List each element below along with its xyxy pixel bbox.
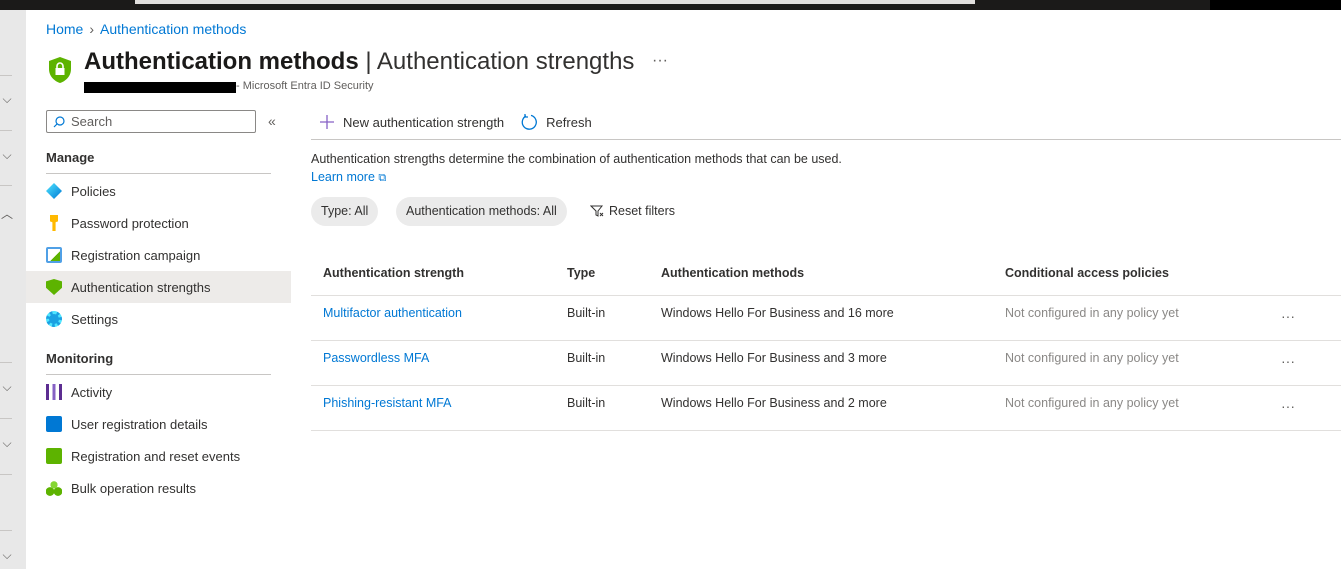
sidebar-item-settings[interactable]: Settings (26, 303, 291, 335)
plus-icon (320, 115, 334, 129)
chevron-right-icon: › (89, 21, 95, 37)
row-more-button[interactable]: ··· (1269, 295, 1341, 341)
key-icon (50, 215, 58, 231)
sidebar-item-registration-reset-events[interactable]: Registration and reset events (26, 440, 291, 472)
policies-cell: Not configured in any policy yet (993, 295, 1269, 341)
strength-name-link[interactable]: Phishing-resistant MFA (311, 385, 555, 431)
new-authentication-strength-button[interactable]: New authentication strength (311, 114, 504, 130)
description: Authentication strengths determine the c… (311, 152, 842, 166)
row-more-button[interactable]: ··· (1269, 340, 1341, 386)
section-manage: Manage (46, 150, 95, 165)
search-input[interactable]: Search (46, 110, 256, 133)
chevron-down-icon[interactable]: ⌵ (0, 436, 14, 451)
breadcrumb: Home › Authentication methods (46, 21, 252, 37)
external-link-icon: ⧉ (378, 172, 387, 184)
command-bar: New authentication strength Refresh (311, 110, 608, 134)
page-title: Authentication methods | Authentication … (84, 48, 635, 75)
methods-cell: Windows Hello For Business and 16 more (649, 295, 993, 341)
refresh-icon (521, 114, 538, 130)
type-cell: Built-in (555, 385, 649, 431)
strength-name-link[interactable]: Multifactor authentication (311, 295, 555, 341)
sidebar-item-bulk-operation-results[interactable]: Bulk operation results (26, 472, 291, 504)
table-row[interactable]: Passwordless MFA Built-in Windows Hello Fo… (311, 340, 1341, 386)
filter-reset-icon (590, 205, 604, 217)
strength-name-link[interactable]: Passwordless MFA (311, 340, 555, 386)
table-header: Authentication strength Type Authenticat… (311, 252, 1341, 296)
table-row[interactable]: Multifactor authentication Built-in Window… (311, 295, 1341, 341)
more-options-button[interactable]: ··· (652, 52, 668, 70)
policies-icon (46, 183, 62, 199)
shield-lock-icon (49, 57, 71, 83)
activity-chart-icon (46, 384, 62, 400)
device-check-icon (46, 247, 62, 263)
refresh-button[interactable]: Refresh (512, 113, 592, 131)
reset-filters-button[interactable]: Reset filters (590, 204, 675, 218)
policies-cell: Not configured in any policy yet (993, 385, 1269, 431)
policies-cell: Not configured in any policy yet (993, 340, 1269, 386)
collapse-sidebar-button[interactable]: « (268, 113, 276, 129)
sidebar-item-authentication-strengths[interactable]: Authentication strengths (26, 271, 291, 303)
filter-authentication-methods[interactable]: Authentication methods: All (396, 197, 567, 226)
column-header[interactable]: Conditional access policies (993, 252, 1269, 296)
sidebar-item-user-registration-details[interactable]: User registration details (26, 408, 291, 440)
table-row[interactable]: Phishing-resistant MFA Built-in Windows He… (311, 385, 1341, 431)
gear-icon (46, 311, 62, 327)
column-header[interactable]: Authentication methods (649, 252, 993, 296)
filter-type[interactable]: Type: All (311, 197, 379, 226)
authentication-strengths-table: Authentication strength Type Authenticat… (311, 252, 1341, 431)
learn-more-link[interactable]: Learn more ⧉ (311, 170, 386, 185)
methods-cell: Windows Hello For Business and 3 more (649, 340, 993, 386)
section-monitoring: Monitoring (46, 351, 114, 366)
breadcrumb-home[interactable]: Home (46, 21, 83, 37)
shield-icon (46, 279, 62, 295)
chevron-up-icon[interactable]: ︿ (0, 205, 14, 222)
browser-top-bar (0, 0, 1341, 10)
page-subtitle: - Microsoft Entra ID Security (236, 80, 374, 92)
chevron-down-icon[interactable]: ⌵ (0, 380, 14, 395)
left-collapsed-panel: ⌵ ⌵ ︿ ⌵ ⌵ ⌵ (0, 10, 26, 569)
sidebar-item-policies[interactable]: Policies (26, 175, 291, 207)
sidebar-item-activity[interactable]: Activity (26, 376, 291, 408)
type-cell: Built-in (555, 340, 649, 386)
search-icon (53, 116, 65, 128)
type-cell: Built-in (555, 295, 649, 341)
sidebar-item-password-protection[interactable]: Password protection (26, 207, 291, 239)
book-icon (46, 416, 62, 432)
column-header[interactable]: Type (555, 252, 649, 296)
cubes-icon (46, 480, 62, 496)
breadcrumb-current[interactable]: Authentication methods (100, 21, 246, 37)
chevron-down-icon[interactable]: ⌵ (0, 548, 14, 563)
row-more-button[interactable]: ··· (1269, 385, 1341, 431)
redacted-tenant (84, 82, 236, 93)
chevron-down-icon[interactable]: ⌵ (0, 92, 14, 107)
methods-cell: Windows Hello For Business and 2 more (649, 385, 993, 431)
chevron-down-icon[interactable]: ⌵ (0, 148, 14, 163)
column-header[interactable]: Authentication strength (311, 252, 555, 296)
events-log-icon (46, 448, 62, 464)
sidebar-item-registration-campaign[interactable]: Registration campaign (26, 239, 291, 271)
